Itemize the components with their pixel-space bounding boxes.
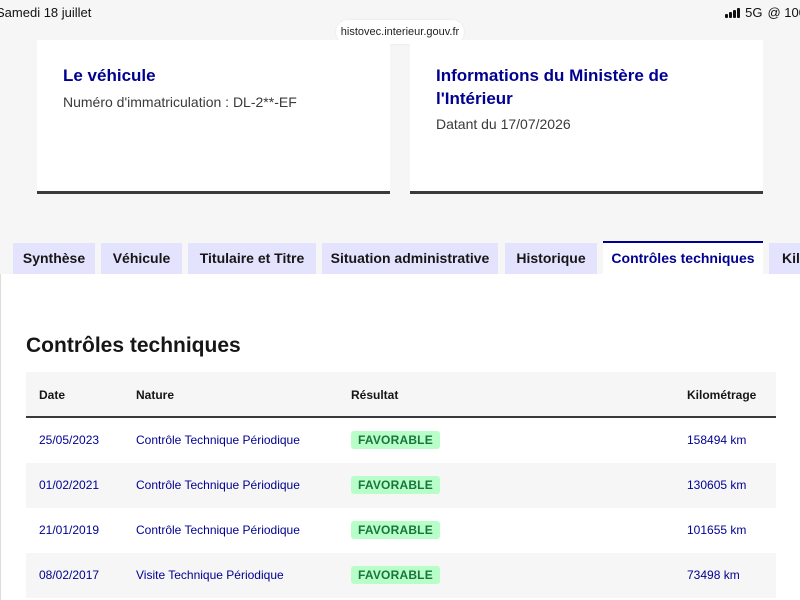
controls-table: Date Nature Résultat Kilométrage 25/05/2…	[26, 372, 776, 598]
tab-titulaire-titre[interactable]: Titulaire et Titre	[188, 243, 316, 274]
row-km: 130605 km	[687, 478, 747, 492]
vehicle-card-title: Le véhicule	[63, 66, 156, 85]
ministry-card-title: Informations du Ministère de l'Intérieur	[436, 66, 669, 108]
row-date: 21/01/2019	[39, 523, 100, 537]
row-date: 08/02/2017	[39, 568, 100, 582]
table-header: Date Nature Résultat Kilométrage	[26, 372, 776, 418]
ministry-date: Datant du 17/07/2026	[436, 116, 571, 132]
status-badge: FAVORABLE	[351, 476, 440, 494]
signal-strength-icon	[725, 7, 741, 18]
status-indicators: 5G @ 100	[725, 5, 800, 20]
tab-bar: Synthèse Véhicule Titulaire et Titre Sit…	[0, 241, 800, 276]
table-row: 08/02/2017 Visite Technique Périodique F…	[26, 553, 776, 598]
section-title: Contrôles techniques	[26, 334, 241, 357]
header-km: Kilométrage	[687, 388, 757, 402]
table-row: 01/02/2021 Contrôle Technique Périodique…	[26, 463, 776, 508]
tab-panel: Contrôles techniques Date Nature Résulta…	[0, 274, 800, 600]
row-nature: Visite Technique Périodique	[136, 568, 284, 582]
ministry-card: Informations du Ministère de l'Intérieur…	[410, 40, 763, 194]
tab-vehicule[interactable]: Véhicule	[101, 243, 182, 274]
row-nature: Contrôle Technique Périodique	[136, 523, 300, 537]
status-badge: FAVORABLE	[351, 566, 440, 584]
vehicle-card: Le véhicule Numéro d'immatriculation : D…	[37, 40, 390, 194]
header-nature: Nature	[136, 388, 175, 402]
tab-historique[interactable]: Historique	[505, 243, 597, 274]
tab-kilometrage[interactable]: Kilo	[769, 243, 800, 274]
row-km: 73498 km	[687, 568, 740, 582]
tab-situation-administrative[interactable]: Situation administrative	[322, 243, 498, 274]
status-date: Samedi 18 juillet	[0, 5, 92, 20]
table-row: 25/05/2023 Contrôle Technique Périodique…	[26, 418, 776, 463]
network-type: 5G	[745, 5, 763, 20]
header-date: Date	[39, 388, 66, 402]
registration-number: Numéro d'immatriculation : DL-2**-EF	[63, 94, 297, 110]
status-badge: FAVORABLE	[351, 521, 440, 539]
row-km: 158494 km	[687, 433, 747, 447]
row-date: 25/05/2023	[39, 433, 100, 447]
row-nature: Contrôle Technique Périodique	[136, 433, 300, 447]
row-nature: Contrôle Technique Périodique	[136, 478, 300, 492]
tab-synthese[interactable]: Synthèse	[13, 243, 95, 274]
status-badge: FAVORABLE	[351, 431, 440, 449]
row-date: 01/02/2021	[39, 478, 100, 492]
header-result: Résultat	[351, 388, 399, 402]
row-km: 101655 km	[687, 523, 747, 537]
battery-level: @ 100	[767, 5, 800, 20]
tab-controles-techniques[interactable]: Contrôles techniques	[603, 241, 763, 276]
table-row: 21/01/2019 Contrôle Technique Périodique…	[26, 508, 776, 553]
